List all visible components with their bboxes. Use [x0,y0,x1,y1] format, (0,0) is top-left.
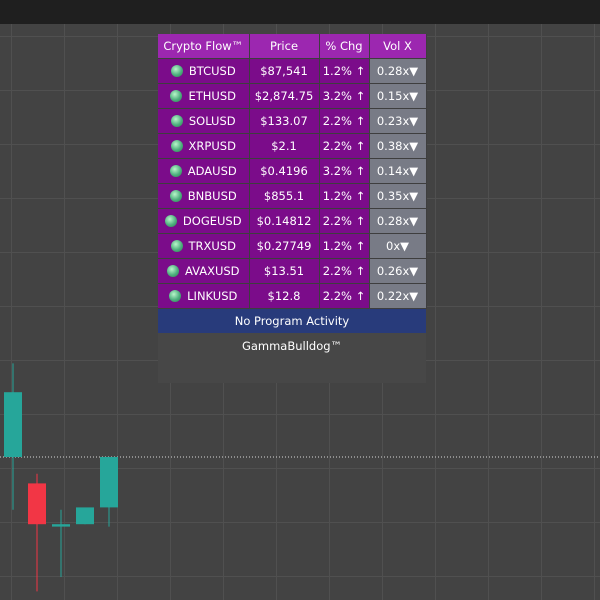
table-header-row: Crypto Flow™ Price % Chg Vol X [158,34,427,59]
symbol-label: BNBUSD [187,189,237,203]
header-price: Price [249,34,320,59]
symbol-cell: SOLUSD [158,108,250,134]
green-dot-icon [166,265,179,277]
table-row: XRPUSD $2.1 2.2% ↑ 0.38x▼ [158,133,427,159]
header-name: Crypto Flow™ [158,34,250,59]
change-cell: 1.2% ↑ [319,183,370,209]
table-row: DOGEUSD $0.14812 2.2% ↑ 0.28x▼ [158,208,427,234]
symbol-label: ADAUSD [187,164,237,178]
price-cell: $87,541 [249,58,320,84]
symbol-cell: DOGEUSD [158,208,250,234]
symbol-cell: ETHUSD [158,83,250,109]
price-cell: $0.14812 [249,208,320,234]
green-dot-icon [170,140,183,152]
header-change: % Chg [319,34,370,59]
symbol-label: ETHUSD [188,89,236,103]
candle-body[interactable] [100,457,118,508]
symbol-label: TRXUSD [188,239,236,253]
change-cell: 3.2% ↑ [319,158,370,184]
table-row: LINKUSD $12.8 2.2% ↑ 0.22x▼ [158,283,427,309]
price-cell: $13.51 [249,258,320,284]
green-dot-icon [170,90,183,102]
change-cell: 1.2% ↑ [319,58,370,84]
symbol-label: AVAXUSD [184,264,240,278]
symbol-cell: AVAXUSD [158,258,250,284]
table-row: ADAUSD $0.4196 3.2% ↑ 0.14x▼ [158,158,427,184]
symbol-cell: BNBUSD [158,183,250,209]
table-row: BNBUSD $855.1 1.2% ↑ 0.35x▼ [158,183,427,209]
symbol-label: SOLUSD [188,114,236,128]
green-dot-icon [169,165,182,177]
crypto-flow-panel: Crypto Flow™ Price % Chg Vol X BTCUSD $8… [158,34,427,383]
change-cell: 2.2% ↑ [319,208,370,234]
volume-cell: 0.23x▼ [369,108,427,134]
candle-body[interactable] [52,524,70,527]
symbol-cell: TRXUSD [158,233,250,259]
volume-cell: 0.28x▼ [369,58,427,84]
green-dot-icon [170,115,183,127]
symbol-label: LINKUSD [187,289,238,303]
table-row: AVAXUSD $13.51 2.2% ↑ 0.26x▼ [158,258,427,284]
green-dot-icon [170,240,183,252]
price-cell: $2.1 [249,133,320,159]
volume-cell: 0.15x▼ [369,83,427,109]
change-cell: 2.2% ↑ [319,108,370,134]
symbol-label: XRPUSD [188,139,236,153]
header-volume: Vol X [369,34,427,59]
table-row: SOLUSD $133.07 2.2% ↑ 0.23x▼ [158,108,427,134]
change-cell: 2.2% ↑ [319,283,370,309]
price-cell: $133.07 [249,108,320,134]
program-activity-status: No Program Activity [158,309,426,333]
green-dot-icon [169,290,182,302]
candle-body[interactable] [28,483,46,525]
price-cell: $12.8 [249,283,320,309]
volume-cell: 0.38x▼ [369,133,427,159]
green-dot-icon [170,65,183,77]
price-cell: $2,874.75 [249,83,320,109]
candle-body[interactable] [4,392,22,457]
table-row: BTCUSD $87,541 1.2% ↑ 0.28x▼ [158,58,427,84]
volume-cell: 0x▼ [369,233,427,259]
crypto-flow-table: Crypto Flow™ Price % Chg Vol X BTCUSD $8… [158,34,427,309]
symbol-label: BTCUSD [188,64,236,78]
symbol-cell: XRPUSD [158,133,250,159]
brand-label: GammaBulldog™ [158,333,426,383]
volume-cell: 0.28x▼ [369,208,427,234]
volume-cell: 0.22x▼ [369,283,427,309]
table-row: TRXUSD $0.27749 1.2% ↑ 0x▼ [158,233,427,259]
change-cell: 3.2% ↑ [319,83,370,109]
symbol-cell: LINKUSD [158,283,250,309]
green-dot-icon [164,215,177,227]
symbol-cell: BTCUSD [158,58,250,84]
symbol-cell: ADAUSD [158,158,250,184]
volume-cell: 0.35x▼ [369,183,427,209]
symbol-label: DOGEUSD [182,214,242,228]
change-cell: 2.2% ↑ [319,133,370,159]
price-cell: $0.4196 [249,158,320,184]
price-cell: $855.1 [249,183,320,209]
volume-cell: 0.14x▼ [369,158,427,184]
candle-body[interactable] [76,507,94,525]
table-row: ETHUSD $2,874.75 3.2% ↑ 0.15x▼ [158,83,427,109]
change-cell: 1.2% ↑ [319,233,370,259]
change-cell: 2.2% ↑ [319,258,370,284]
price-cell: $0.27749 [249,233,320,259]
green-dot-icon [169,190,182,202]
volume-cell: 0.26x▼ [369,258,427,284]
